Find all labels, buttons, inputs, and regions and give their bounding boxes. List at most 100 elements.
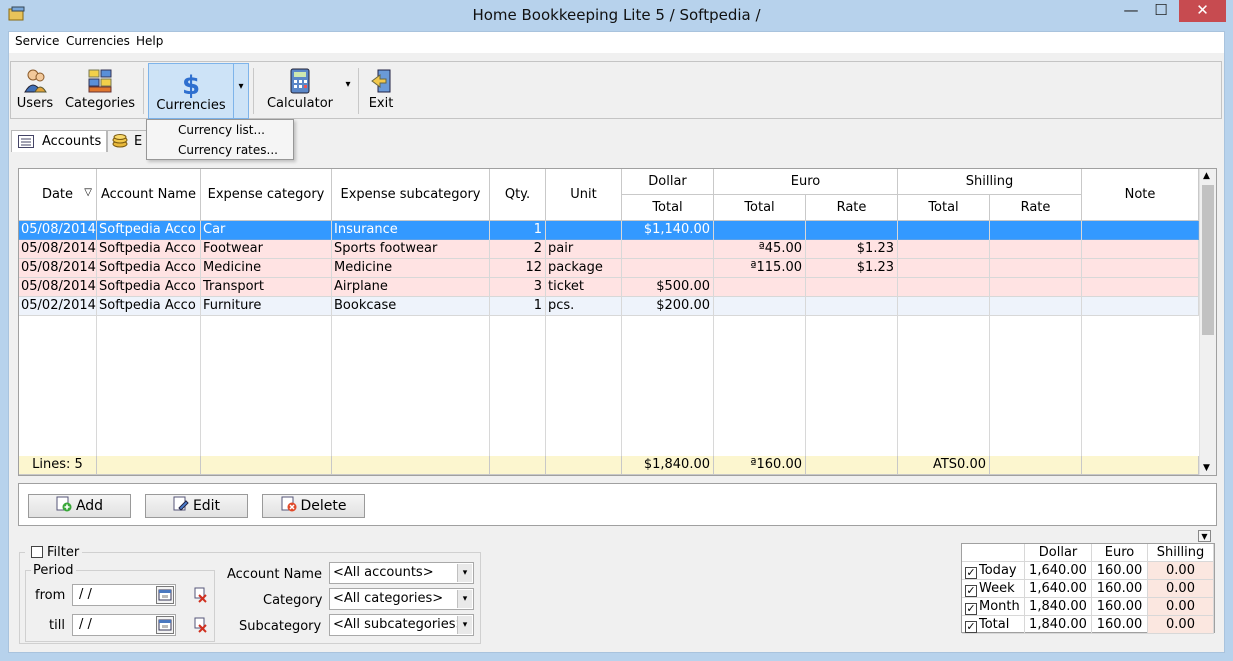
cell-euro-total[interactable]	[714, 221, 806, 240]
cell-subcategory[interactable]: Airplane	[332, 278, 490, 297]
calendar-icon[interactable]	[156, 616, 174, 634]
users-button[interactable]: Users	[13, 62, 57, 117]
filter-checkbox-label[interactable]: Filter	[25, 545, 83, 560]
cell-account[interactable]: Softpedia Acco	[97, 259, 201, 278]
cell-account[interactable]: Softpedia Acco	[97, 240, 201, 259]
subcategory-select[interactable]: <All subcategories> ▾	[329, 614, 474, 636]
cell-qty[interactable]: 3	[490, 278, 546, 297]
menu-currencies[interactable]: Currencies	[66, 34, 130, 48]
cell-category[interactable]: Transport	[201, 278, 332, 297]
scroll-up-icon[interactable]: ▲	[1203, 171, 1210, 181]
menu-service[interactable]: Service	[15, 34, 59, 48]
cell-subcategory[interactable]: Medicine	[332, 259, 490, 278]
menu-help[interactable]: Help	[136, 34, 163, 48]
close-button[interactable]: ✕	[1179, 0, 1226, 22]
currencies-button[interactable]: $ Currencies	[148, 63, 234, 119]
summary-toggle-chevron-icon[interactable]: ▼	[1198, 530, 1211, 542]
summary-checkbox[interactable]: ✓	[965, 567, 977, 579]
account-select[interactable]: <All accounts> ▾	[329, 562, 474, 584]
cell-shilling-total[interactable]	[898, 278, 990, 297]
cell-shilling-total[interactable]	[898, 297, 990, 316]
calendar-icon[interactable]	[156, 586, 174, 604]
summary-row-label[interactable]: ✓ Total	[962, 616, 1025, 634]
cell-date[interactable]: 05/08/2014	[19, 221, 97, 240]
calculator-button[interactable]: Calculator	[261, 62, 339, 117]
exit-button[interactable]: Exit	[364, 62, 398, 117]
filter-checkbox[interactable]	[31, 546, 43, 558]
cell-note[interactable]	[1082, 259, 1199, 278]
cell-account[interactable]: Softpedia Acco	[97, 278, 201, 297]
col-dollar-total[interactable]: Total	[622, 195, 714, 221]
cell-unit[interactable]: pair	[546, 240, 622, 259]
cell-category[interactable]: Medicine	[201, 259, 332, 278]
col-date[interactable]: Date ▽	[19, 169, 97, 221]
cell-unit[interactable]	[546, 221, 622, 240]
maximize-button[interactable]: ☐	[1147, 0, 1175, 22]
cell-euro-total[interactable]: ª45.00	[714, 240, 806, 259]
chevron-down-icon[interactable]: ▾	[457, 616, 472, 634]
summary-checkbox[interactable]: ✓	[965, 603, 977, 615]
menu-currency-rates[interactable]: Currency rates...	[178, 143, 278, 157]
from-date-input[interactable]: / /	[72, 584, 176, 606]
cell-subcategory[interactable]: Bookcase	[332, 297, 490, 316]
cell-category[interactable]: Footwear	[201, 240, 332, 259]
currencies-dropdown-arrow[interactable]: ▾	[233, 63, 249, 119]
scroll-down-icon[interactable]: ▼	[1203, 463, 1210, 473]
col-euro-rate[interactable]: Rate	[806, 195, 898, 221]
cell-shilling-rate[interactable]	[990, 221, 1082, 240]
col-unit[interactable]: Unit	[546, 169, 622, 221]
cell-qty[interactable]: 1	[490, 297, 546, 316]
col-euro-total[interactable]: Total	[714, 195, 806, 221]
cell-unit[interactable]: pcs.	[546, 297, 622, 316]
calculator-dropdown-arrow[interactable]: ▾	[341, 62, 355, 117]
category-select[interactable]: <All categories> ▾	[329, 588, 474, 610]
tab-expenses[interactable]: E	[107, 130, 147, 152]
col-qty[interactable]: Qty.	[490, 169, 546, 221]
cell-dollar-total[interactable]	[622, 240, 714, 259]
cell-euro-total[interactable]	[714, 297, 806, 316]
clear-date-icon[interactable]	[194, 587, 208, 607]
categories-button[interactable]: Categories	[61, 62, 139, 117]
table-row[interactable]: 05/08/2014 Softpedia Acco Car Insurance 1 $1,…	[19, 221, 1199, 240]
col-expense-category[interactable]: Expense category	[201, 169, 332, 221]
cell-unit[interactable]: ticket	[546, 278, 622, 297]
summary-row-label[interactable]: ✓ Month	[962, 598, 1025, 616]
tab-accounts[interactable]: Accounts	[11, 130, 107, 152]
cell-qty[interactable]: 2	[490, 240, 546, 259]
cell-shilling-rate[interactable]	[990, 297, 1082, 316]
col-shilling-rate[interactable]: Rate	[990, 195, 1082, 221]
delete-button[interactable]: Delete	[262, 494, 365, 518]
cell-subcategory[interactable]: Sports footwear	[332, 240, 490, 259]
cell-euro-rate[interactable]	[806, 278, 898, 297]
cell-category[interactable]: Furniture	[201, 297, 332, 316]
cell-euro-rate[interactable]: $1.23	[806, 259, 898, 278]
chevron-down-icon[interactable]: ▾	[457, 564, 472, 582]
clear-date-icon[interactable]	[194, 617, 208, 637]
cell-euro-rate[interactable]	[806, 297, 898, 316]
cell-shilling-total[interactable]	[898, 221, 990, 240]
summary-row-label[interactable]: ✓ Week	[962, 580, 1025, 598]
cell-date[interactable]: 05/08/2014	[19, 259, 97, 278]
scroll-thumb[interactable]	[1202, 185, 1214, 335]
table-row[interactable]: 05/08/2014 Softpedia Acco Medicine Medicine…	[19, 259, 1199, 278]
cell-account[interactable]: Softpedia Acco	[97, 221, 201, 240]
grid-scrollbar[interactable]: ▲ ▼	[1199, 169, 1216, 475]
add-button[interactable]: Add	[28, 494, 131, 518]
col-account-name[interactable]: Account Name	[97, 169, 201, 221]
summary-row-label[interactable]: ✓ Today	[962, 562, 1025, 580]
cell-date[interactable]: 05/02/2014	[19, 297, 97, 316]
chevron-down-icon[interactable]: ▾	[457, 590, 472, 608]
cell-euro-total[interactable]	[714, 278, 806, 297]
summary-checkbox[interactable]: ✓	[965, 585, 977, 597]
cell-note[interactable]	[1082, 221, 1199, 240]
table-row[interactable]: 05/08/2014 Softpedia Acco Footwear Sports f…	[19, 240, 1199, 259]
cell-dollar-total[interactable]	[622, 259, 714, 278]
cell-shilling-total[interactable]	[898, 259, 990, 278]
cell-account[interactable]: Softpedia Acco	[97, 297, 201, 316]
edit-button[interactable]: Edit	[145, 494, 248, 518]
minimize-button[interactable]: —	[1117, 0, 1145, 22]
cell-dollar-total[interactable]: $500.00	[622, 278, 714, 297]
cell-date[interactable]: 05/08/2014	[19, 278, 97, 297]
col-note[interactable]: Note	[1082, 169, 1199, 221]
summary-checkbox[interactable]: ✓	[965, 621, 977, 633]
